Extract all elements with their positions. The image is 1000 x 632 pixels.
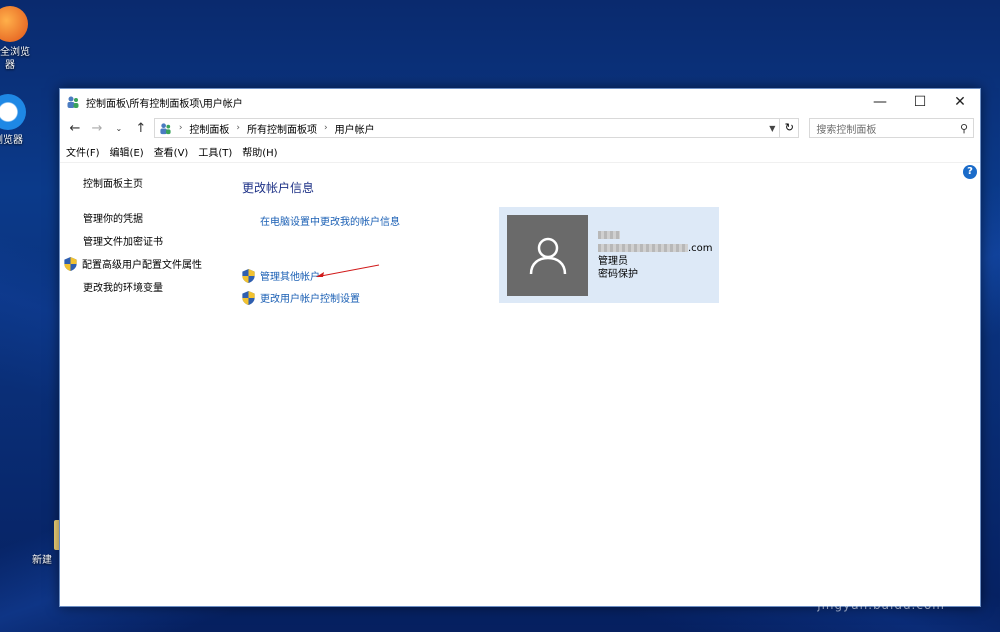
help-icon[interactable]: ? [963,165,977,179]
menu-bar: 文件(F) 编辑(E) 查看(V) 工具(T) 帮助(H) [60,141,980,163]
watermark: Bai du 经验 jingyan.baidu.com [723,546,945,612]
account-role: 管理员 [598,256,628,267]
browser-blue-icon [0,94,26,130]
search-placeholder: 搜索控制面板 [816,124,877,136]
minimize-button[interactable]: — [860,89,900,115]
title-bar[interactable]: 控制面板\所有控制面板项\用户帐户 — ☐ ✕ [60,89,980,115]
account-card: .com 管理员 密码保护 [499,207,719,303]
chevron-right-icon[interactable]: › [179,123,183,133]
menu-file[interactable]: 文件(F) [66,144,100,159]
nav-environment-variables[interactable]: 更改我的环境变量 [83,279,202,294]
menu-edit[interactable]: 编辑(E) [110,144,144,159]
uac-settings-link[interactable]: 更改用户帐户控制设置 [260,290,360,305]
uac-shield-icon [242,268,255,283]
nav-control-panel-home[interactable]: 控制面板主页 [83,175,202,190]
search-icon[interactable]: ⚲ [955,122,973,135]
nav-advanced-profile[interactable]: 配置高级用户配置文件属性 [64,256,202,271]
search-input[interactable]: 搜索控制面板 ⚲ [809,118,974,138]
chevron-right-icon[interactable]: › [324,123,328,133]
avatar [507,214,588,296]
uac-shield-icon [64,256,77,271]
back-arrow-icon[interactable]: ← [66,121,84,136]
menu-view[interactable]: 查看(V) [154,144,189,159]
breadcrumb-user-accounts[interactable]: 用户帐户 [335,121,375,136]
maximize-button[interactable]: ☐ [900,89,940,115]
annotation-red-arrow [316,264,380,277]
watermark-brand: Bai du 经验 [723,555,945,596]
address-bar-row: ← → ⌄ ↑ › 控制面板 › 所有控制面板项 › 用户帐户 ▼ ↻ 搜索控制… [60,115,980,141]
page-title: 更改帐户信息 [242,181,315,195]
uac-shield-icon [242,290,255,305]
nav-manage-credentials[interactable]: 管理你的凭据 [83,210,202,225]
refresh-icon[interactable]: ↻ [779,118,800,138]
up-arrow-icon[interactable]: ↑ [132,121,150,136]
account-email: .com [598,242,713,255]
menu-help[interactable]: 帮助(H) [242,144,277,159]
control-panel-window: 控制面板\所有控制面板项\用户帐户 — ☐ ✕ ← → ⌄ ↑ › 控制面板 ›… [59,88,981,607]
window-title: 控制面板\所有控制面板项\用户帐户 [86,98,243,110]
account-name-redacted [598,229,713,242]
forward-arrow-icon[interactable]: → [88,121,106,136]
nav-manage-certificates[interactable]: 管理文件加密证书 [83,233,202,248]
recent-chevron-down-icon[interactable]: ⌄ [110,124,128,133]
account-status: 密码保护 [598,269,638,280]
main-content: 更改帐户信息 在电脑设置中更改我的帐户信息 管理其他帐户 更改用户帐户控制设置 [242,179,400,305]
menu-tools[interactable]: 工具(T) [198,144,232,159]
desktop-icon-new[interactable]: 新建 [22,520,68,567]
close-button[interactable]: ✕ [940,89,980,115]
chevron-right-icon[interactable]: › [236,123,240,133]
desktop-icon-browser[interactable]: 浏览器 [0,94,38,147]
user-silhouette-icon [529,237,566,275]
address-field[interactable]: › 控制面板 › 所有控制面板项 › 用户帐户 ▼ [153,118,781,138]
watermark-url: jingyan.baidu.com [817,598,945,612]
chevron-down-icon[interactable]: ▼ [765,124,779,133]
pc-settings-link[interactable]: 在电脑设置中更改我的帐户信息 [260,213,400,228]
left-nav: 控制面板主页 管理你的凭据 管理文件加密证书 配置高级用户配置文件属性 更改我的… [64,175,202,302]
breadcrumb-control-panel[interactable]: 控制面板 [189,121,229,136]
breadcrumb-all-items[interactable]: 所有控制面板项 [247,121,317,136]
user-accounts-icon [160,122,171,134]
browser-orange-icon [0,6,28,42]
user-accounts-icon [67,96,79,108]
manage-other-accounts-link[interactable]: 管理其他帐户 [260,268,320,283]
desktop-icon-safe-browser[interactable]: 安全浏览 器 [0,6,40,72]
